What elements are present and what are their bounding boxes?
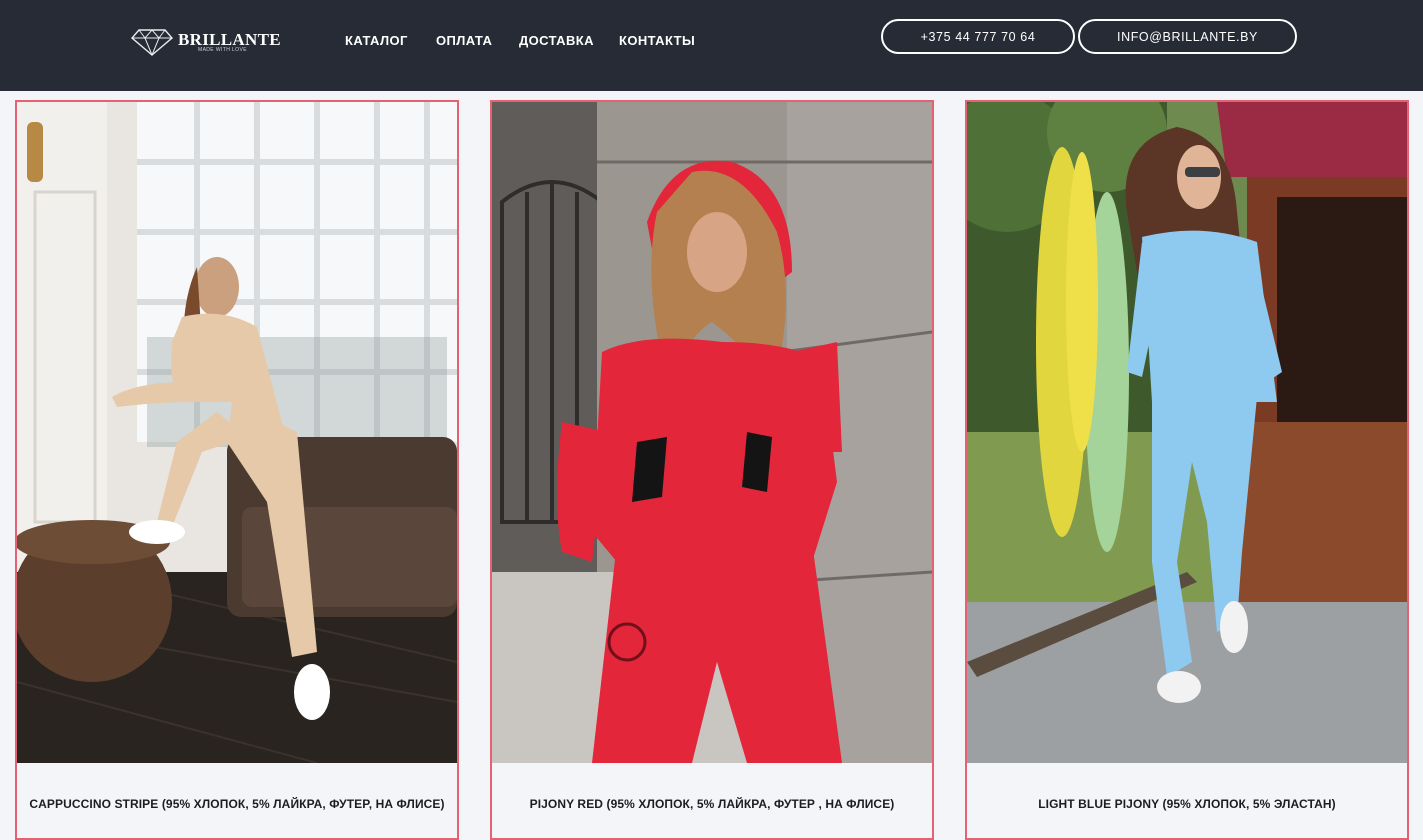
product-title[interactable]: PIJONY RED (95% ХЛОПОК, 5% ЛАЙКРА, ФУТЕР…	[492, 797, 932, 811]
nav-contacts[interactable]: КОНТАКТЫ	[619, 33, 695, 48]
site-header: BRILLANTE MADE WITH LOVE КАТАЛОГ ОПЛАТА …	[0, 0, 1423, 91]
product-photo[interactable]	[492, 102, 932, 763]
diamond-icon	[131, 29, 173, 56]
product-photo[interactable]	[17, 102, 457, 763]
nav-delivery[interactable]: ДОСТАВКА	[519, 33, 594, 48]
logo-tagline: MADE WITH LOVE	[198, 47, 247, 53]
product-card-light-blue[interactable]: LIGHT BLUE PIJONY (95% ХЛОПОК, 5% ЭЛАСТА…	[965, 100, 1409, 840]
nav-catalog[interactable]: КАТАЛОГ	[345, 33, 408, 48]
nav-payment[interactable]: ОПЛАТА	[436, 33, 492, 48]
product-title[interactable]: LIGHT BLUE PIJONY (95% ХЛОПОК, 5% ЭЛАСТА…	[967, 797, 1407, 811]
product-card-red[interactable]: PIJONY RED (95% ХЛОПОК, 5% ЛАЙКРА, ФУТЕР…	[490, 100, 934, 840]
product-card-cappuccino[interactable]: CAPPUCCINO STRIPE (95% ХЛОПОК, 5% ЛАЙКРА…	[15, 100, 459, 840]
phone-button[interactable]: +375 44 777 70 64	[881, 19, 1075, 54]
logo[interactable]: BRILLANTE MADE WITH LOVE	[131, 26, 281, 58]
product-title[interactable]: CAPPUCCINO STRIPE (95% ХЛОПОК, 5% ЛАЙКРА…	[17, 797, 457, 811]
email-button[interactable]: INFO@BRILLANTE.BY	[1078, 19, 1297, 54]
product-photo[interactable]	[967, 102, 1407, 763]
